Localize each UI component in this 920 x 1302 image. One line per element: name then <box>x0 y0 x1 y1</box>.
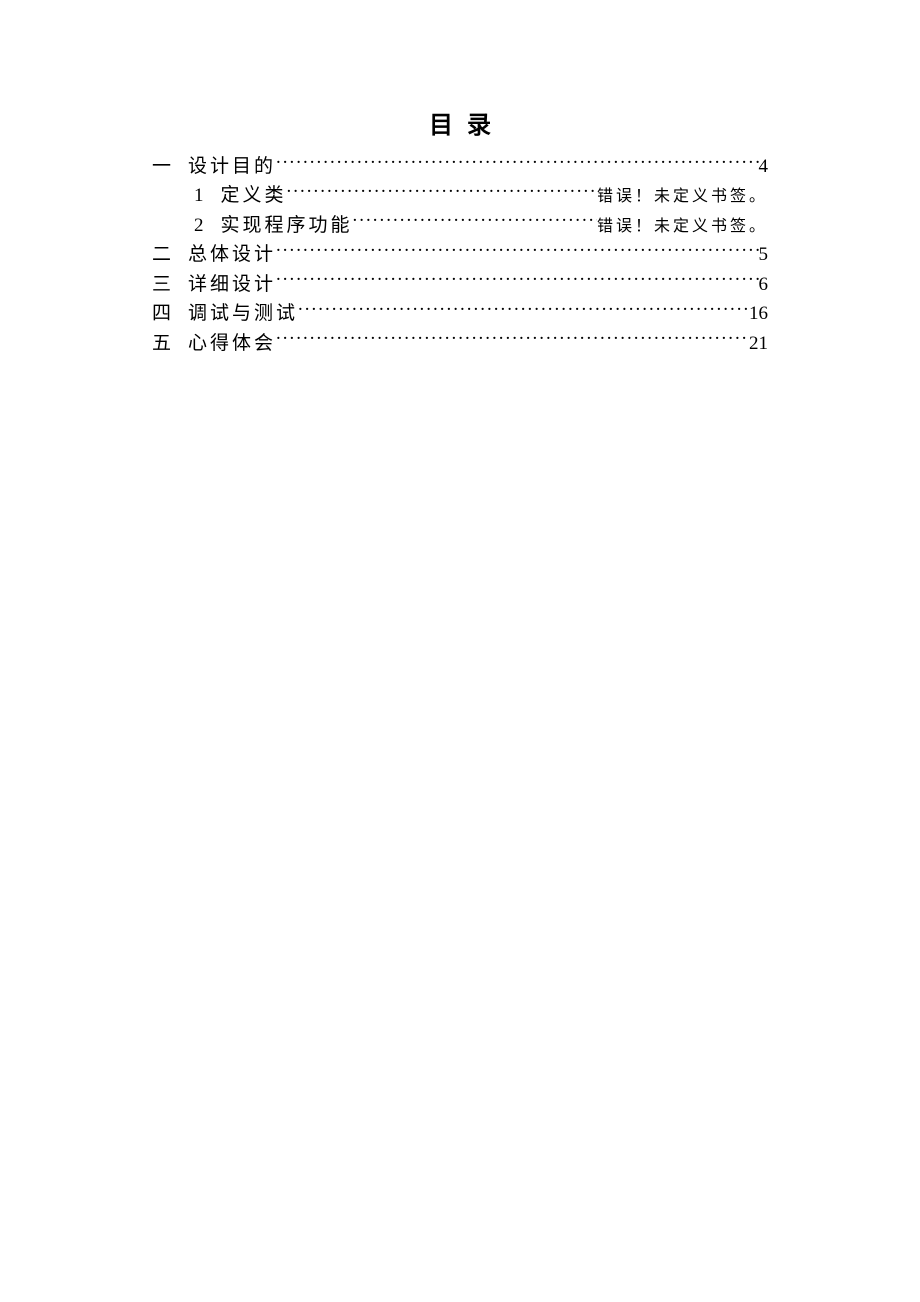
toc-entry-number: 1 <box>194 181 207 210</box>
toc-entry: 二 总体设计 5 <box>152 240 768 269</box>
toc-entry-number: 五 <box>152 329 174 358</box>
toc-entry-number: 二 <box>152 240 174 269</box>
toc-leader-dots <box>276 271 758 290</box>
toc-leader-dots <box>287 182 597 201</box>
table-of-contents: 一 设计目的 4 1 定义类 错误！未定义书签。 2 实现程序功能 错误！未定义… <box>152 152 768 358</box>
toc-entry: 五 心得体会 21 <box>152 329 768 358</box>
toc-leader-dots <box>276 241 758 260</box>
toc-leader-dots <box>276 153 758 172</box>
toc-entry-page: 5 <box>759 240 769 269</box>
toc-entry-number: 2 <box>194 211 207 240</box>
toc-entry: 一 设计目的 4 <box>152 152 768 181</box>
toc-entry-label: 详细设计 <box>188 270 276 299</box>
toc-leader-dots <box>298 300 749 319</box>
toc-entry-label: 调试与测试 <box>188 299 298 328</box>
toc-entry: 三 详细设计 6 <box>152 270 768 299</box>
toc-leader-dots <box>353 212 597 231</box>
toc-entry-label: 设计目的 <box>188 152 276 181</box>
toc-entry: 1 定义类 错误！未定义书签。 <box>152 181 768 210</box>
toc-entry-number: 四 <box>152 299 174 328</box>
toc-entry-label: 定义类 <box>221 181 287 210</box>
toc-entry-label: 心得体会 <box>188 329 276 358</box>
toc-title: 目录 <box>152 105 768 140</box>
toc-entry-page-error: 错误！未定义书签。 <box>597 215 768 240</box>
toc-entry-page-error: 错误！未定义书签。 <box>597 185 768 210</box>
toc-leader-dots <box>276 330 749 349</box>
toc-entry-number: 三 <box>152 270 174 299</box>
toc-entry-page: 16 <box>749 299 768 328</box>
toc-entry-page: 21 <box>749 329 768 358</box>
toc-entry: 四 调试与测试 16 <box>152 299 768 328</box>
toc-entry: 2 实现程序功能 错误！未定义书签。 <box>152 211 768 240</box>
toc-entry-page: 4 <box>759 152 769 181</box>
toc-entry-label: 实现程序功能 <box>221 211 353 240</box>
toc-entry-label: 总体设计 <box>188 240 276 269</box>
toc-entry-page: 6 <box>759 270 769 299</box>
toc-entry-number: 一 <box>152 152 174 181</box>
document-page: 目录 一 设计目的 4 1 定义类 错误！未定义书签。 2 实现程序功能 错误！… <box>0 105 920 358</box>
